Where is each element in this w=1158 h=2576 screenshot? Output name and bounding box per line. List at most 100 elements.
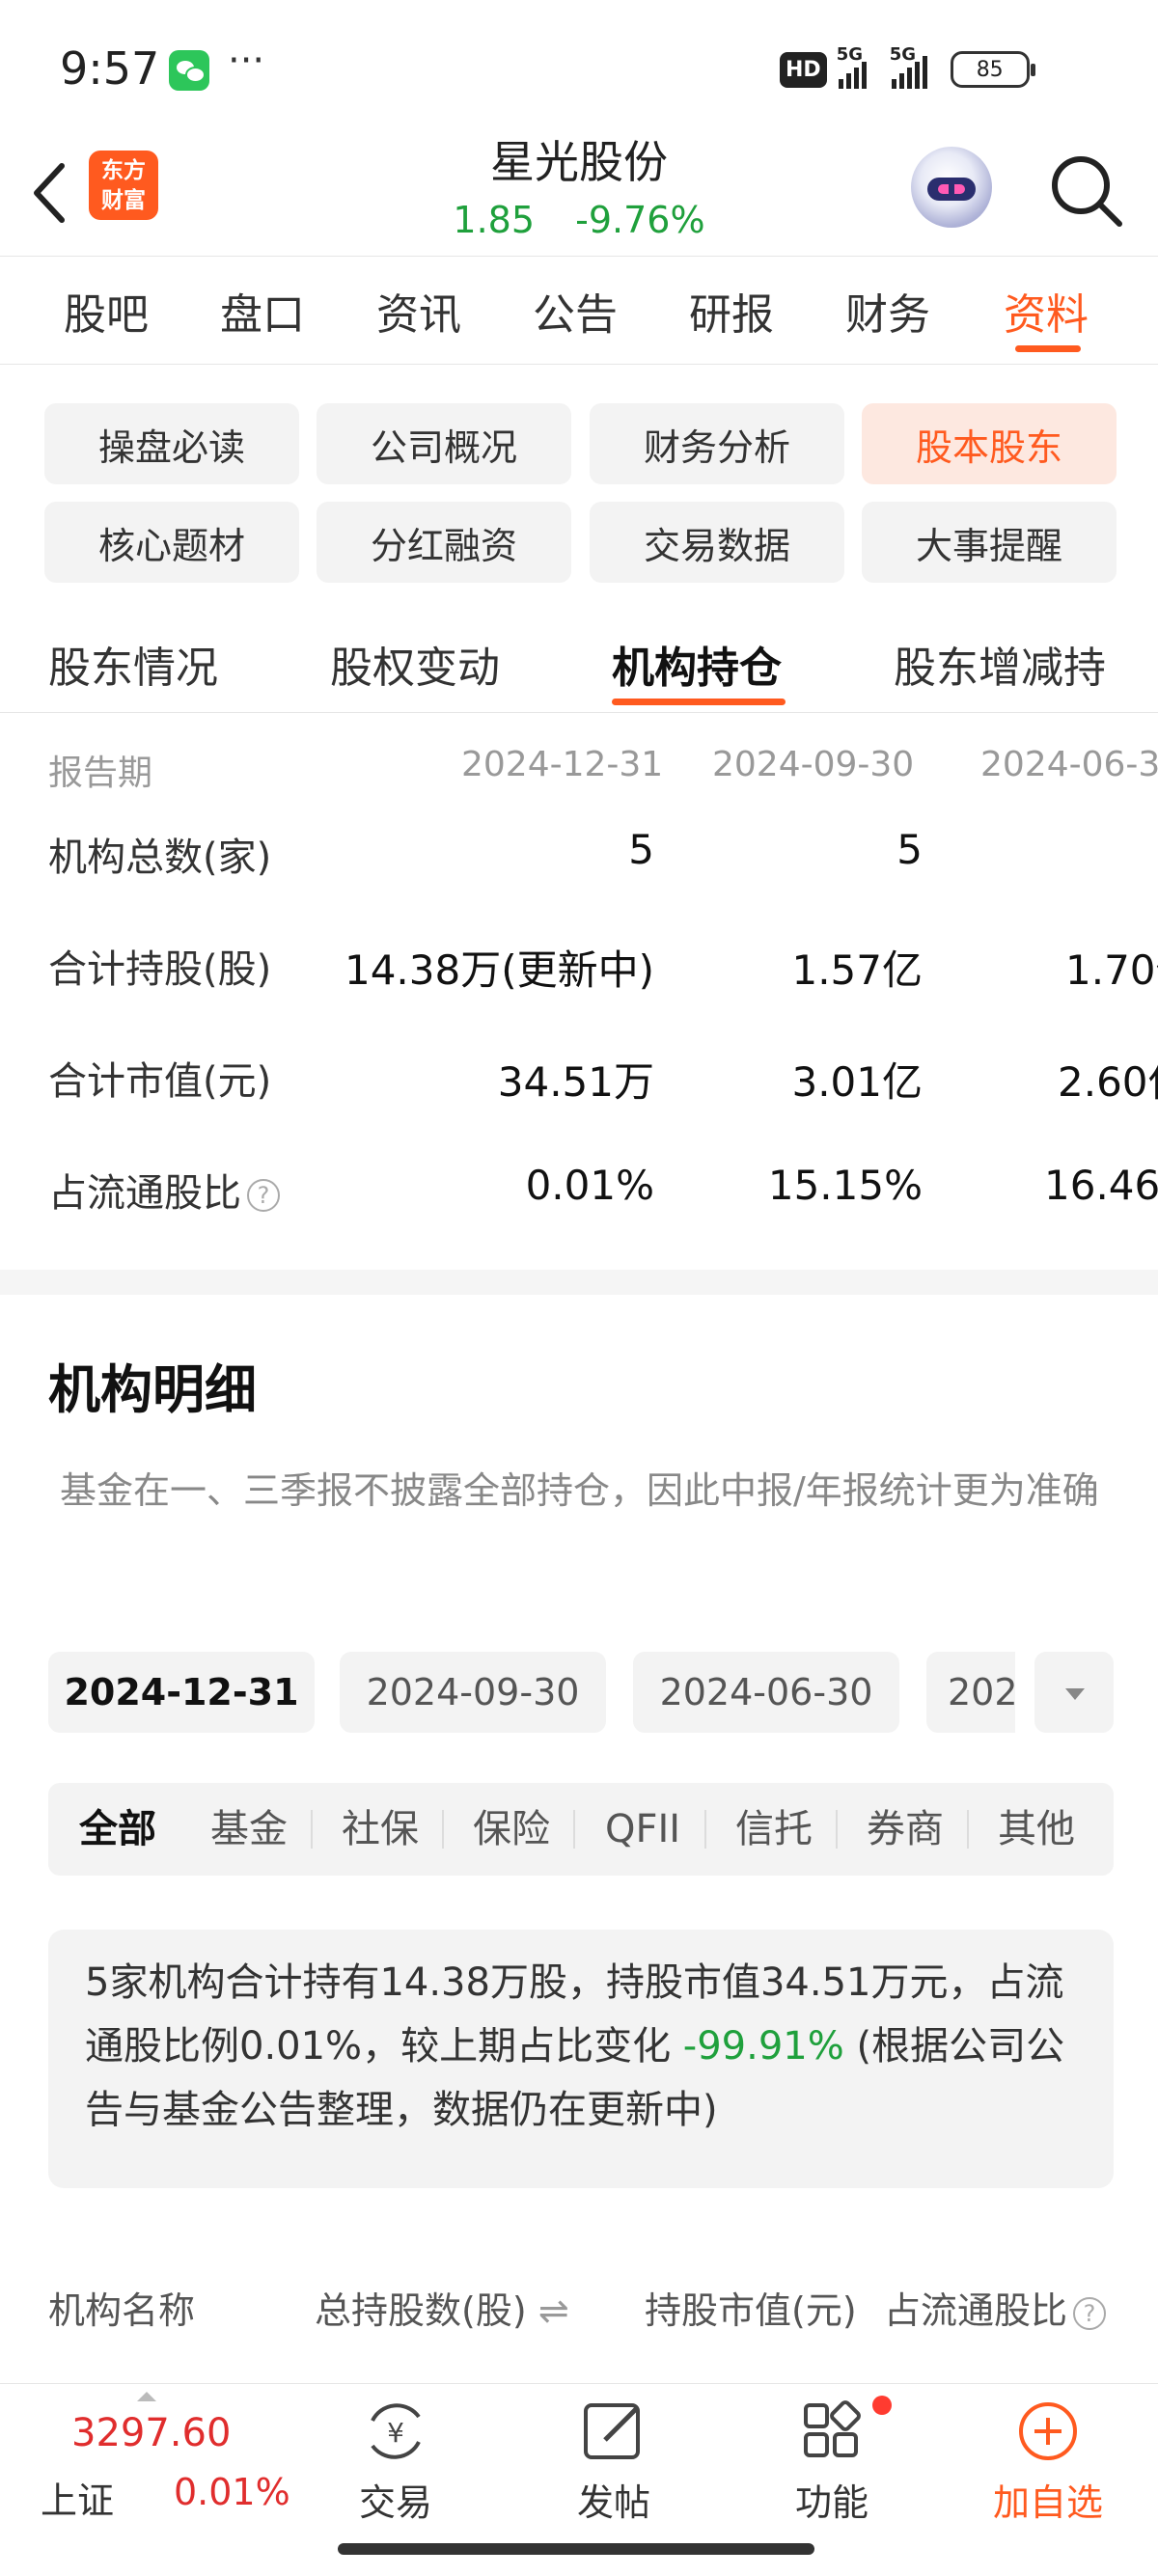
category-trust[interactable]: 信托 xyxy=(708,1783,840,1876)
table-cell: 34.51万 xyxy=(497,1058,654,1106)
tab-news[interactable]: 资讯 xyxy=(376,280,461,342)
chip-core-themes[interactable]: 核心题材 xyxy=(44,502,299,583)
index-value[interactable]: 3297.60 xyxy=(71,2411,231,2455)
battery-icon: 85 xyxy=(950,51,1035,88)
chip-shareholders[interactable]: 股本股东 xyxy=(862,403,1117,484)
tab-pankou[interactable]: 盘口 xyxy=(220,280,305,342)
stock-header: 东方 财富 星光股份 1.85 -9.76% xyxy=(0,135,1158,257)
status-indicators: HD 5G 5G 85 xyxy=(780,44,1035,91)
section-title: 机构明细 xyxy=(48,1359,257,1420)
nav-post[interactable]: 发帖 xyxy=(527,2398,701,2526)
index-change: 0.01% xyxy=(174,2471,290,2513)
price-line: 1.85 -9.76% xyxy=(386,199,772,241)
tab-research[interactable]: 研报 xyxy=(689,280,774,342)
active-tab-indicator xyxy=(1015,345,1081,352)
signal-icon: 5G xyxy=(837,44,867,89)
eastmoney-logo[interactable]: 东方 财富 xyxy=(89,151,158,220)
column-header-total-shares[interactable]: 总持股数(股) ⇌ xyxy=(315,2281,569,2334)
column-header-market-value: 持股市值(元) xyxy=(645,2289,857,2332)
nav-trade[interactable]: ¥ 交易 xyxy=(309,2398,482,2526)
active-subtab-indicator xyxy=(612,699,786,705)
table-cell: 1.57亿 xyxy=(791,946,923,994)
category-filter: 全部 基金 社保 保险 QFII 信托 券商 其他 xyxy=(48,1783,1114,1876)
category-fund[interactable]: 基金 xyxy=(183,1783,315,1876)
main-tabs: 股吧 盘口 资讯 公告 研报 财务 资料 xyxy=(0,257,1158,365)
tab-guba[interactable]: 股吧 xyxy=(64,280,149,342)
period-header: 2024-06-30 xyxy=(980,745,1158,784)
table-cell: 15.15% xyxy=(767,1162,923,1209)
subtab-shareholder-info[interactable]: 股东情况 xyxy=(48,633,218,695)
stock-price: 1.85 xyxy=(453,199,536,241)
subtab-institutional-holdings[interactable]: 机构持仓 xyxy=(612,633,782,695)
category-all[interactable]: 全部 xyxy=(52,1783,183,1876)
stock-name: 星光股份 xyxy=(490,136,668,188)
subtab-holding-changes[interactable]: 股东增减持 xyxy=(894,633,1106,695)
row-label-float-ratio: 占流通股比? xyxy=(48,1162,280,1218)
row-label-total-value: 合计市值(元) xyxy=(48,1059,272,1104)
subtab-equity-changes[interactable]: 股权变动 xyxy=(330,633,500,695)
wechat-icon xyxy=(169,50,209,91)
chip-trading-data[interactable]: 交易数据 xyxy=(590,502,844,583)
table-cell: 5 xyxy=(628,826,654,873)
help-icon[interactable]: ? xyxy=(1073,2296,1107,2330)
column-header-float-ratio: 占流通股比? xyxy=(884,2281,1107,2334)
chip-financial-analysis[interactable]: 财务分析 xyxy=(590,403,844,484)
disclosure-notice: 基金在一、三季报不披露全部持仓，因此中报/年报统计更为准确 xyxy=(60,1469,1099,1512)
robot-assistant-avatar[interactable] xyxy=(911,147,992,228)
category-insurance[interactable]: 保险 xyxy=(446,1783,577,1876)
table-cell: 5 xyxy=(896,826,923,873)
category-social-security[interactable]: 社保 xyxy=(315,1783,446,1876)
table-cell: 2.60亿 xyxy=(1058,1058,1158,1106)
tab-finance[interactable]: 财务 xyxy=(845,280,930,342)
trade-icon: ¥ xyxy=(371,2403,421,2459)
notification-dot xyxy=(872,2396,892,2415)
table-cell: 16.46% xyxy=(1044,1162,1158,1209)
chip-trading-guide[interactable]: 操盘必读 xyxy=(44,403,299,484)
chip-dividends-financing[interactable]: 分红融资 xyxy=(317,502,571,583)
sort-icon: ⇌ xyxy=(538,2289,569,2332)
expand-caret-icon[interactable] xyxy=(137,2392,156,2401)
signal-icon-2: 5G xyxy=(890,44,927,89)
period-header: 2024-09-30 xyxy=(712,745,915,784)
category-qfii[interactable]: QFII xyxy=(577,1783,708,1876)
date-chip[interactable]: 2024-06-30 xyxy=(633,1652,899,1733)
category-broker[interactable]: 券商 xyxy=(840,1783,971,1876)
hd-badge: HD xyxy=(780,51,827,88)
tab-announcements[interactable]: 公告 xyxy=(533,280,618,342)
index-name: 上证 xyxy=(41,2480,115,2522)
help-icon[interactable]: ? xyxy=(247,1179,280,1212)
more-notifications-icon: ··· xyxy=(228,39,265,83)
section-separator xyxy=(0,1270,1158,1295)
home-indicator[interactable] xyxy=(338,2543,814,2555)
search-icon[interactable] xyxy=(1046,151,1127,232)
period-header: 2024-12-31 xyxy=(461,745,664,784)
period-label: 报告期 xyxy=(48,754,153,793)
add-icon xyxy=(1019,2402,1077,2460)
tab-profile[interactable]: 资料 xyxy=(1004,280,1089,342)
date-chip[interactable]: 2024-03-31 xyxy=(926,1652,1015,1733)
table-cell: 0.01% xyxy=(525,1162,654,1209)
chip-event-reminders[interactable]: 大事提醒 xyxy=(862,502,1117,583)
nav-functions[interactable]: 功能 xyxy=(745,2398,919,2526)
category-other[interactable]: 其他 xyxy=(971,1783,1102,1876)
row-label-total-shares: 合计持股(股) xyxy=(48,947,272,992)
edit-icon xyxy=(584,2403,640,2459)
row-label-institution-count: 机构总数(家) xyxy=(48,836,272,880)
table-cell: 1.70亿 xyxy=(1065,946,1158,994)
table-cell: 14.38万(更新中) xyxy=(344,946,654,994)
status-time: 9:57 xyxy=(60,42,160,95)
stock-change: -9.76% xyxy=(575,199,705,241)
chip-company-overview[interactable]: 公司概况 xyxy=(317,403,571,484)
back-arrow-icon[interactable] xyxy=(25,154,83,232)
date-chip[interactable]: 2024-09-30 xyxy=(340,1652,606,1733)
nav-add-watchlist[interactable]: 加自选 xyxy=(961,2398,1135,2526)
column-header-name: 机构名称 xyxy=(48,2289,196,2332)
status-bar: 9:57 ··· HD 5G 5G 85 xyxy=(0,0,1158,135)
change-value: -99.91% xyxy=(682,2024,844,2069)
holding-summary: 5家机构合计持有14.38万股，持股市值34.51万元，占流通股比例0.01%，… xyxy=(48,1930,1114,2188)
grid-icon xyxy=(804,2400,861,2457)
divider xyxy=(0,712,1158,713)
chevron-down-icon[interactable] xyxy=(1034,1652,1114,1733)
table-cell: 3.01亿 xyxy=(791,1058,923,1106)
date-chip[interactable]: 2024-12-31 xyxy=(48,1652,315,1733)
